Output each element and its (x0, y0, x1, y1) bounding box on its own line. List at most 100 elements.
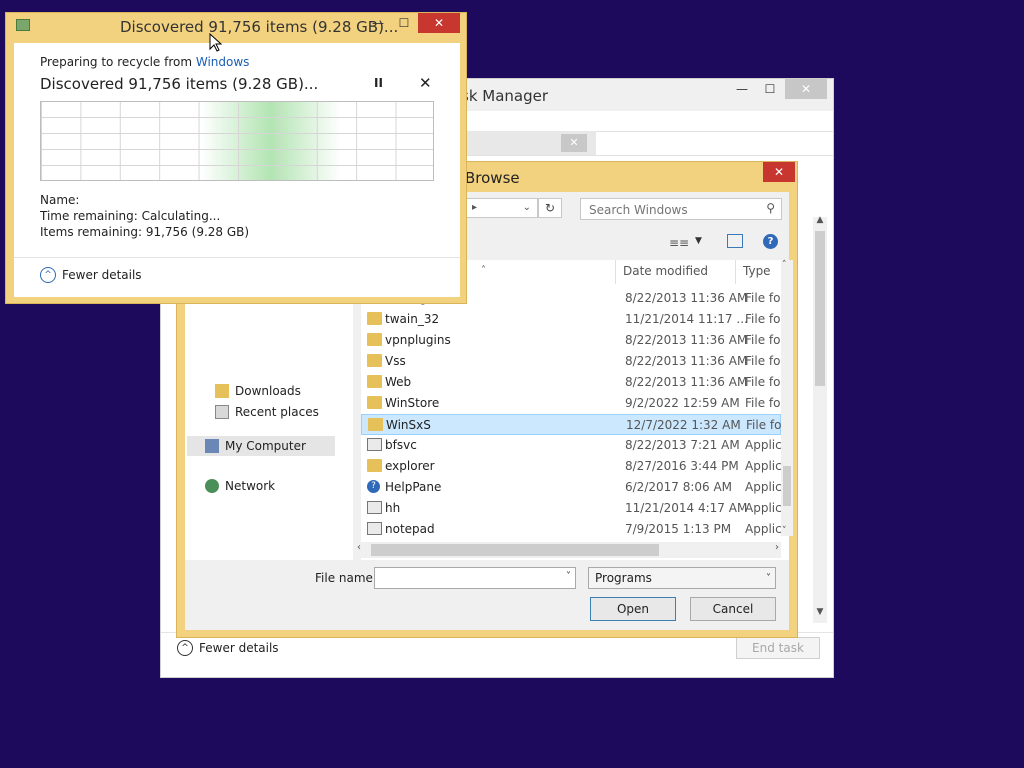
file-type: File fol (745, 375, 784, 389)
nav-item-my-computer[interactable]: My Computer (187, 436, 335, 456)
scroll-down-icon[interactable]: ˅ (782, 526, 787, 536)
source-link[interactable]: Windows (196, 55, 250, 69)
file-row[interactable]: vpnplugins 8/22/2013 11:36 AM File fol (361, 330, 784, 351)
file-row[interactable]: notepad 7/9/2015 1:13 PM Applic (361, 519, 782, 540)
file-row[interactable]: WinStore 9/2/2022 12:59 AM File fol (361, 393, 784, 414)
chevron-down-icon[interactable]: ˅ (566, 571, 571, 582)
file-date: 8/22/2013 11:36 AM (625, 333, 748, 347)
network-icon (205, 479, 219, 493)
progress-fewer-details[interactable]: ^ Fewer details (40, 267, 142, 283)
nav-item-recent-places[interactable]: Recent places (215, 405, 319, 419)
file-row[interactable]: Web 8/22/2013 11:36 AM File fol (361, 372, 784, 393)
cancel-button[interactable]: Cancel (690, 597, 776, 621)
task-manager-fewer-details[interactable]: ^ Fewer details (177, 639, 279, 657)
chevron-up-icon: ^ (177, 640, 193, 656)
run-dialog-close-button[interactable]: ✕ (561, 134, 587, 152)
file-row[interactable]: Vss 8/22/2013 11:36 AM File fol (361, 351, 784, 372)
file-date: 8/22/2013 11:36 AM (625, 375, 748, 389)
file-name-combobox[interactable]: ˅ (374, 567, 576, 589)
folder-icon (368, 418, 383, 431)
cancel-operation-icon[interactable]: ✕ (419, 74, 432, 92)
recycle-progress-dialog: Discovered 91,756 items (9.28 GB)... — ☐… (5, 12, 467, 304)
file-row[interactable]: WinSxS 12/7/2022 1:32 AM File fol (361, 414, 785, 435)
scroll-left-icon[interactable]: ‹ (357, 542, 361, 553)
task-manager-scroll-thumb[interactable] (815, 231, 825, 386)
scroll-up-icon[interactable]: ˄ (782, 260, 787, 270)
column-header-type[interactable]: Type (743, 260, 771, 282)
file-date: 8/22/2013 7:21 AM (625, 438, 740, 452)
file-type: File fol (745, 312, 784, 326)
browse-close-button[interactable]: ✕ (763, 162, 795, 182)
task-manager-maximize-button[interactable]: ☐ (757, 79, 783, 99)
file-row[interactable]: ? HelpPane 6/2/2017 8:06 AM Applic (361, 477, 782, 498)
nav-label: Network (225, 479, 276, 493)
search-box[interactable]: ⚲ (580, 198, 782, 220)
preview-pane-icon[interactable] (727, 234, 743, 248)
chevron-down-icon: ⌄ (522, 202, 531, 213)
views-dropdown-icon[interactable]: ▼ (695, 236, 702, 246)
file-type-value: Programs (595, 571, 652, 585)
file-date: 12/7/2022 1:32 AM (626, 418, 741, 432)
file-name: explorer (385, 459, 435, 473)
scroll-down-icon[interactable]: ▼ (813, 607, 827, 621)
open-button[interactable]: Open (590, 597, 676, 621)
mouse-cursor-icon (209, 33, 223, 52)
nav-label: My Computer (225, 439, 306, 453)
help-icon[interactable]: ? (763, 234, 778, 249)
file-type: Applic (745, 438, 782, 452)
file-date: 8/27/2016 3:44 PM (625, 459, 739, 473)
end-task-button[interactable]: End task (736, 637, 820, 659)
file-list-horizontal-scrollbar[interactable]: ‹ › (357, 542, 781, 558)
file-list-vertical-scrollbar[interactable]: ˄ ˅ (781, 260, 793, 536)
preparing-label: Preparing to recycle from (40, 55, 196, 69)
task-manager-minimize-button[interactable]: — (729, 79, 755, 99)
folder-icon (367, 312, 382, 325)
file-type: File fol (746, 418, 785, 432)
file-name: vpnplugins (385, 333, 451, 347)
file-date: 8/22/2013 11:36 AM (625, 354, 748, 368)
file-type: Applic (745, 480, 782, 494)
pause-icon[interactable]: II (374, 76, 383, 90)
file-date: 7/9/2015 1:13 PM (625, 522, 732, 536)
scroll-up-icon[interactable]: ▲ (813, 215, 827, 229)
chevron-up-icon: ^ (40, 267, 56, 283)
progress-close-button[interactable]: ✕ (418, 13, 460, 33)
folder-icon (367, 396, 382, 409)
navigation-pane: Downloads Recent places My Computer Netw… (185, 260, 353, 560)
file-name: notepad (385, 522, 435, 536)
file-list: ˄ Date modified Type tracing8/22/2013 11… (361, 260, 789, 560)
address-bar-dropdown[interactable]: ▸ ⌄ (463, 198, 538, 218)
file-row[interactable]: twain_32 11/21/2014 11:17 ... File fol (361, 309, 784, 330)
progress-dialog-title: Discovered 91,756 items (9.28 GB)... (120, 18, 399, 36)
file-type: File fol (745, 291, 784, 305)
items-remaining-text: Items remaining: 91,756 (9.28 GB) (40, 225, 250, 239)
progress-maximize-button[interactable]: ☐ (392, 13, 416, 33)
task-manager-close-button[interactable]: ✕ (785, 79, 827, 99)
scroll-right-icon[interactable]: › (775, 542, 779, 553)
refresh-icon[interactable]: ↻ (538, 198, 562, 218)
nav-item-network[interactable]: Network (205, 479, 275, 493)
search-input[interactable] (587, 200, 761, 220)
progress-minimize-button[interactable]: — (366, 13, 390, 33)
file-type-select[interactable]: Programs ˅ (588, 567, 776, 589)
nav-label: Recent places (235, 405, 319, 419)
file-date: 6/2/2017 8:06 AM (625, 480, 733, 494)
file-row[interactable]: bfsvc 8/22/2013 7:21 AM Applic (361, 435, 782, 456)
help-file-icon (367, 501, 382, 514)
file-type: Applic (745, 522, 782, 536)
fewer-details-label: Fewer details (62, 268, 142, 282)
search-icon[interactable]: ⚲ (766, 201, 775, 215)
recent-places-icon (215, 405, 229, 419)
chevron-right-icon: ▸ (472, 202, 478, 213)
scroll-thumb[interactable] (783, 466, 791, 506)
scroll-thumb[interactable] (371, 544, 659, 556)
views-icon[interactable]: ≡≡ (669, 236, 689, 250)
file-row[interactable]: hh 11/21/2014 4:17 AM Applic (361, 498, 782, 519)
file-row[interactable]: explorer 8/27/2016 3:44 PM Applic (361, 456, 782, 477)
downloads-icon (215, 384, 229, 398)
column-header-date[interactable]: Date modified (623, 260, 708, 282)
file-type: File fol (745, 396, 784, 410)
nav-item-downloads[interactable]: Downloads (215, 384, 301, 398)
time-remaining-text: Time remaining: Calculating... (40, 209, 221, 223)
sort-indicator-icon: ˄ (481, 265, 486, 276)
